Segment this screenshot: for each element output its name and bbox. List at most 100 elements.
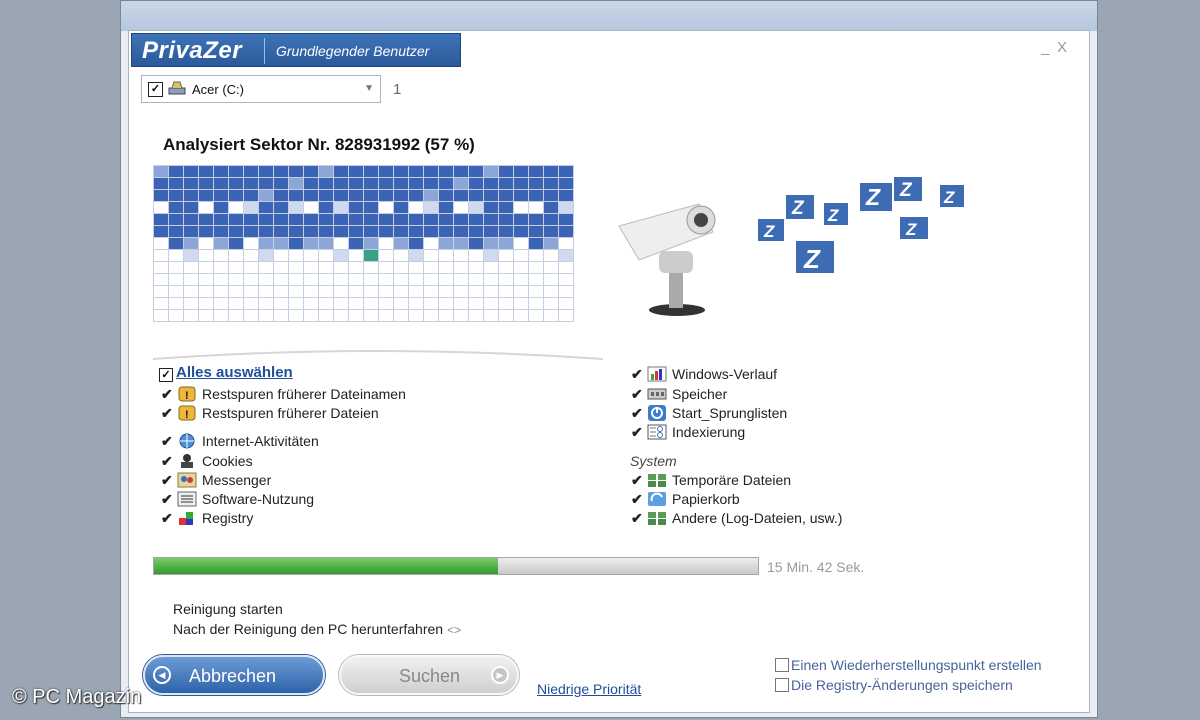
background-titlebar <box>121 1 1097 31</box>
sector-cell <box>348 189 364 202</box>
checkmark-icon[interactable]: ✔ <box>631 365 647 383</box>
power-icon <box>648 405 666 421</box>
sector-cell <box>168 261 184 274</box>
checkmark-icon[interactable]: ✔ <box>161 471 177 489</box>
sector-cell <box>558 273 574 286</box>
sector-cell <box>438 225 454 238</box>
sector-cell <box>543 225 559 238</box>
sector-cell <box>438 261 454 274</box>
save-registry-option[interactable]: Die Registry-Änderungen speichern <box>775 677 1013 693</box>
sector-cell <box>213 309 229 322</box>
system-option[interactable]: ✔ Papierkorb <box>631 490 740 508</box>
system-option[interactable]: ✔ Andere (Log-Dateien, usw.) <box>631 509 842 527</box>
sector-cell <box>273 165 289 178</box>
cleanup-option[interactable]: ✔ Software-Nutzung <box>161 490 314 508</box>
sector-cell <box>228 177 244 190</box>
checkmark-icon[interactable]: ✔ <box>161 404 177 422</box>
back-arrow-icon: ◀ <box>153 666 171 684</box>
checkmark-icon[interactable]: ✔ <box>161 509 177 527</box>
sector-cell <box>453 165 469 178</box>
checkmark-icon[interactable]: ✔ <box>161 432 177 450</box>
cleanup-option[interactable]: ✔ Internet-Aktivitäten <box>161 432 319 450</box>
restore-point-option[interactable]: Einen Wiederherstellungspunkt erstellen <box>775 657 1042 673</box>
sector-cell <box>483 273 499 286</box>
cleanup-option[interactable]: ✔! Restspuren früherer Dateien <box>161 404 379 422</box>
sector-cell <box>423 165 439 178</box>
minimize-button[interactable]: _ <box>1041 39 1049 56</box>
sector-cell <box>213 261 229 274</box>
privazer-window: PrivaZer Grundlegender Benutzer _ X ✓ Ac… <box>128 30 1090 713</box>
svg-text:Z: Z <box>943 188 955 207</box>
app-logo: PrivaZer <box>142 37 243 64</box>
chart-icon <box>647 366 667 382</box>
cleanup-option[interactable]: ✔ Indexierung <box>631 423 745 441</box>
sector-cell <box>228 297 244 310</box>
drive-dropdown[interactable]: ✓ Acer (C:) ▼ <box>141 75 381 103</box>
cleanup-option[interactable]: ✔ Cookies <box>161 452 253 470</box>
sector-cell <box>288 273 304 286</box>
checkmark-icon[interactable]: ✔ <box>161 385 177 403</box>
sector-cell <box>183 225 199 238</box>
sector-cell <box>288 261 304 274</box>
drive-label: Acer (C:) <box>192 82 244 97</box>
low-priority-link[interactable]: Niedrige Priorität <box>537 681 641 697</box>
sector-cell <box>423 201 439 214</box>
user-mode-label: Grundlegender Benutzer <box>276 43 430 59</box>
drive-checkbox[interactable]: ✓ <box>148 82 163 97</box>
system-option[interactable]: ✔ Temporäre Dateien <box>631 471 791 489</box>
checkmark-icon[interactable]: ✔ <box>631 490 647 508</box>
sector-cell <box>273 285 289 298</box>
brand-separator <box>264 38 265 64</box>
sector-cell <box>168 297 184 310</box>
close-button[interactable]: X <box>1057 39 1067 56</box>
cleanup-option[interactable]: ✔ Registry <box>161 509 253 527</box>
restore-point-checkbox[interactable] <box>775 658 789 672</box>
sector-cell <box>153 189 169 202</box>
sector-cell <box>378 237 394 250</box>
checkmark-icon[interactable]: ✔ <box>631 509 647 527</box>
toggle-arrows-icon[interactable]: <> <box>447 623 461 637</box>
sector-cell <box>453 309 469 322</box>
sector-cell <box>333 249 349 262</box>
sector-cell <box>168 309 184 322</box>
sector-cell <box>513 237 529 250</box>
sector-cell <box>273 189 289 202</box>
sector-cell <box>273 261 289 274</box>
sector-cell <box>408 201 424 214</box>
checkmark-icon[interactable]: ✔ <box>631 404 647 422</box>
sector-cell <box>408 249 424 262</box>
sector-cell <box>513 309 529 322</box>
sector-cell <box>213 225 229 238</box>
start-cleaning-option[interactable]: Reinigung starten <box>173 601 283 617</box>
sector-cell <box>258 201 274 214</box>
select-all-checkbox[interactable]: ✓ <box>159 368 173 382</box>
sector-cell <box>378 249 394 262</box>
search-button[interactable]: Suchen ▶ <box>339 655 519 695</box>
cleanup-option[interactable]: ✔ Start_Sprunglisten <box>631 404 787 422</box>
sector-cell <box>153 297 169 310</box>
sector-cell <box>543 213 559 226</box>
select-all-link[interactable]: ✓ Alles auswählen <box>159 364 293 382</box>
save-registry-checkbox[interactable] <box>775 678 789 692</box>
checkmark-icon[interactable]: ✔ <box>631 423 647 441</box>
shutdown-option[interactable]: Nach der Reinigung den PC herunterfahren… <box>173 621 461 637</box>
checkmark-icon[interactable]: ✔ <box>631 385 647 403</box>
sector-cell <box>558 201 574 214</box>
sector-cell <box>348 261 364 274</box>
abort-button[interactable]: ◀ Abbrechen <box>143 655 325 695</box>
cleanup-option[interactable]: ✔ Speicher <box>631 385 727 403</box>
sector-cell <box>318 297 334 310</box>
sector-cell <box>393 189 409 202</box>
checkmark-icon[interactable]: ✔ <box>161 490 177 508</box>
checkmark-icon[interactable]: ✔ <box>161 452 177 470</box>
sector-cell <box>423 189 439 202</box>
cleanup-option[interactable]: ✔! Restspuren früherer Dateinamen <box>161 385 406 403</box>
cleanup-option[interactable]: ✔ Windows-Verlauf <box>631 365 777 383</box>
sector-cell <box>483 213 499 226</box>
checkmark-icon[interactable]: ✔ <box>631 471 647 489</box>
sector-cell <box>468 309 484 322</box>
sector-cell <box>303 165 319 178</box>
sector-cell <box>318 225 334 238</box>
cleanup-option[interactable]: ✔ Messenger <box>161 471 271 489</box>
sector-cell <box>453 285 469 298</box>
